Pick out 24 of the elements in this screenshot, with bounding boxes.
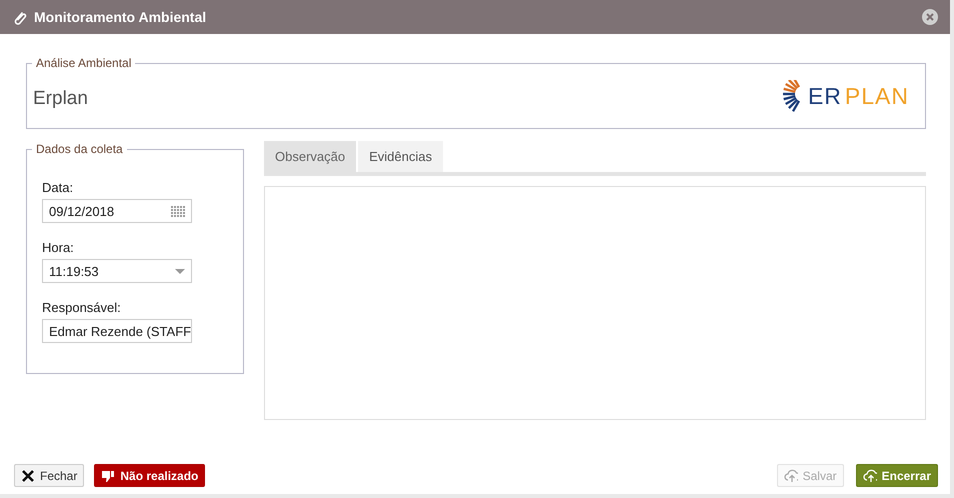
- panel-legend: Análise Ambiental: [32, 56, 136, 70]
- tab[interactable]: Evidências: [358, 141, 443, 172]
- finish-button[interactable]: Encerrar: [856, 464, 938, 487]
- field-label: Responsável:: [42, 300, 122, 315]
- company-name: Erplan: [33, 88, 88, 110]
- tab[interactable]: Observação: [264, 141, 356, 172]
- field-label: Data:: [42, 180, 74, 195]
- company-logo: ER PLAN: [780, 80, 909, 112]
- time-dropdown[interactable]: 11:19:53: [42, 259, 192, 283]
- cloud-upload-icon: [784, 468, 798, 482]
- cloud-upload-icon: [862, 468, 877, 482]
- close-icon: [21, 468, 35, 482]
- close-icon[interactable]: [922, 9, 938, 25]
- window-title: Monitoramento Ambiental: [34, 9, 206, 25]
- date-field[interactable]: 09/12/2018: [42, 199, 192, 223]
- input-field[interactable]: Edmar Rezende (STAFF: [42, 319, 192, 343]
- field-label: Hora:: [42, 240, 75, 255]
- not-done-button[interactable]: Não realizado: [94, 464, 206, 487]
- caret-icon[interactable]: [175, 268, 185, 274]
- panel-legend: Dados da coleta: [32, 142, 127, 156]
- thumbs-down-icon: [101, 468, 116, 482]
- paperclip-icon: [12, 9, 28, 25]
- close-button[interactable]: Fechar: [14, 464, 84, 487]
- calendar-icon[interactable]: [171, 206, 185, 216]
